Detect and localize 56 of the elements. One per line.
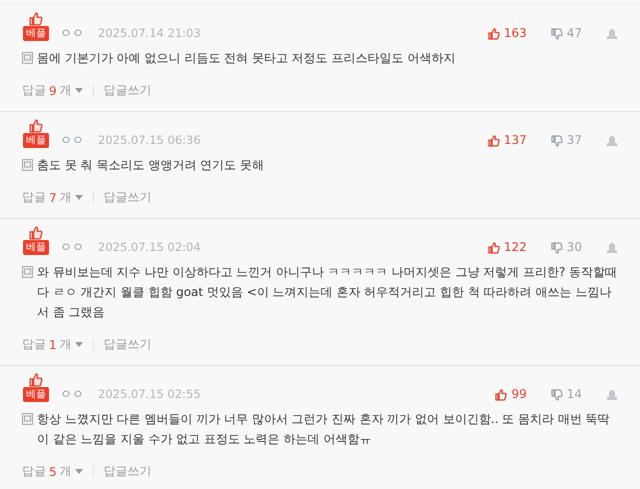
write-reply-button[interactable]: 답글쓰기 — [104, 189, 152, 206]
document-icon — [22, 266, 33, 278]
comment-text: 춤도 못 춰 목소리도 앵앵거려 연기도 못해 — [37, 157, 264, 174]
thumbs-up-icon — [29, 226, 43, 240]
comment-text: 항상 느꼈지만 다른 멤버들이 끼가 너무 많아서 그런가 진짜 혼자 끼가 없어 보이긴함.. 또 몸치라 매번 뚝딱이 같은 느낌을 지울 수가 없고 표정도 노력은 하는데 어색함ㅠ — [37, 411, 611, 448]
best-badge: 베플 — [23, 240, 49, 255]
like-count: 99 — [511, 387, 527, 402]
caret-icon — [74, 88, 83, 93]
thumbs-up-icon — [488, 242, 500, 254]
comment-date: 2025.07.14 21:03 — [98, 26, 201, 41]
thumbs-up-icon — [488, 134, 500, 146]
dislike-count: 37 — [566, 133, 582, 148]
replies-toggle[interactable]: 답글 7 개 — [22, 189, 83, 206]
nickname: ㅇㅇ — [60, 387, 84, 402]
comment-text: 와 뮤비보는데 지수 나만 이상하다고 느낀거 아니구나 ㅋㅋㅋㅋㅋ 나머지셋은 그냥 저렇게 프리한? 동작할때 다 ㄹㅇ 개간지 월클 힙함 goat 멋있음 <이 느껴지는데 혼자 허우적거리고 힙한 척 따라하려 애쓰는 느낌나서 좀 그랬음 — [37, 264, 618, 321]
like-count: 163 — [504, 26, 527, 41]
nickname: ㅇㅇ — [60, 26, 84, 41]
replies-toggle[interactable]: 답글 1 개 — [22, 336, 83, 353]
write-reply-button[interactable]: 답글쓰기 — [104, 82, 152, 99]
caret-icon — [74, 195, 83, 200]
thumbs-down-icon[interactable] — [550, 134, 563, 146]
comment-date: 2025.07.15 02:55 — [98, 387, 201, 402]
like-count: 137 — [504, 133, 527, 148]
thumbs-down-icon[interactable] — [550, 388, 563, 400]
thumbs-up-icon — [29, 373, 43, 387]
thumbs-up-icon — [495, 388, 508, 400]
caret-icon — [74, 469, 83, 474]
dislike-count: 30 — [566, 240, 582, 255]
best-badge: 베플 — [23, 133, 49, 148]
comment-date: 2025.07.15 06:36 — [98, 133, 201, 148]
write-reply-button[interactable]: 답글쓰기 — [104, 336, 152, 353]
siren-icon[interactable] — [606, 242, 618, 253]
comment-date: 2025.07.15 02:04 — [98, 240, 201, 255]
siren-icon[interactable] — [606, 135, 618, 146]
nickname: ㅇㅇ — [60, 133, 84, 148]
like-count: 122 — [504, 240, 527, 255]
best-badge: 베플 — [23, 387, 49, 402]
document-icon — [22, 52, 33, 64]
nickname: ㅇㅇ — [60, 240, 84, 255]
best-badge: 베플 — [23, 26, 49, 41]
thumbs-up-icon — [488, 28, 500, 40]
dislike-count: 14 — [566, 387, 582, 402]
caret-icon — [74, 342, 83, 347]
replies-toggle[interactable]: 답글 9 개 — [22, 82, 83, 99]
thumbs-up-icon — [29, 12, 43, 26]
siren-icon[interactable] — [606, 389, 618, 400]
replies-toggle[interactable]: 답글 5 개 — [22, 463, 83, 480]
thumbs-down-icon[interactable] — [550, 28, 563, 40]
document-icon — [22, 413, 33, 425]
dislike-count: 47 — [566, 26, 582, 41]
thumbs-up-icon — [29, 119, 43, 133]
siren-icon[interactable] — [606, 28, 618, 39]
document-icon — [22, 159, 33, 171]
write-reply-button[interactable]: 답글쓰기 — [104, 463, 152, 480]
comment-text: 몸에 기본기가 아예 없으니 리듬도 전혀 못타고 저정도 프리스타일도 어색하지 — [37, 50, 456, 67]
thumbs-down-icon[interactable] — [550, 242, 563, 254]
